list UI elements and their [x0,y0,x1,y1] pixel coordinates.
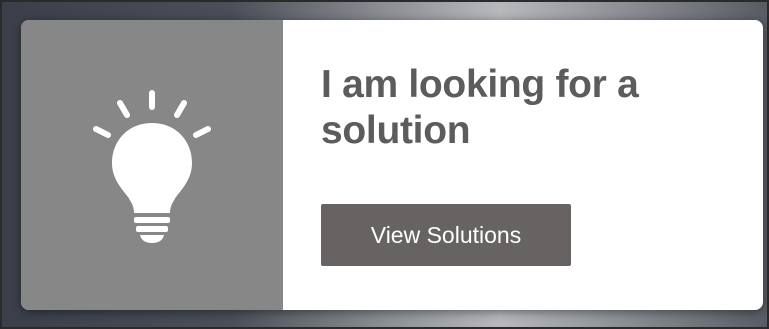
screenshot-canvas: { "card": { "headline": "I am looking fo… [0,0,769,329]
card-content: I am looking for a solution View Solutio… [283,20,763,310]
lightbulb-icon [93,90,211,243]
view-solutions-button[interactable]: View Solutions [321,204,571,266]
card-headline: I am looking for a solution [321,63,639,152]
icon-panel [21,20,283,310]
solution-card: I am looking for a solution View Solutio… [21,20,763,310]
